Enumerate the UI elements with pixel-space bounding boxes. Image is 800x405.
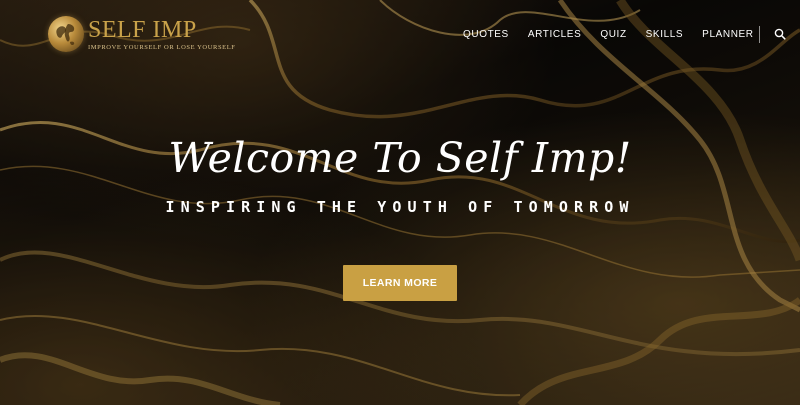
site-logo[interactable]: SELF IMP IMPROVE YOURSELF OR LOSE YOURSE… [48, 16, 236, 52]
hero-subtitle: INSPIRING THE YOUTH OF TOMORROW [165, 198, 635, 216]
nav-item-articles[interactable]: ARTICLES [528, 29, 582, 40]
main-nav: QUOTES ARTICLES QUIZ SKILLS PLANNER [463, 28, 786, 40]
brand-tagline: IMPROVE YOURSELF OR LOSE YOURSELF [88, 43, 236, 51]
nav-item-quiz[interactable]: QUIZ [600, 29, 626, 40]
nav-item-skills[interactable]: SKILLS [646, 29, 684, 40]
nav-item-quotes[interactable]: QUOTES [463, 29, 509, 40]
hero-section: SELF IMP IMPROVE YOURSELF OR LOSE YOURSE… [0, 0, 800, 405]
hero-title: Welcome To Self Imp! [168, 134, 632, 182]
search-icon[interactable] [774, 28, 786, 40]
nav-item-planner[interactable]: PLANNER [702, 29, 753, 40]
nav-divider [759, 26, 760, 43]
brand-name: SELF IMP [88, 16, 197, 43]
site-header: SELF IMP IMPROVE YOURSELF OR LOSE YOURSE… [0, 0, 800, 70]
learn-more-button[interactable]: LEARN MORE [343, 265, 457, 301]
globe-icon [48, 16, 84, 52]
